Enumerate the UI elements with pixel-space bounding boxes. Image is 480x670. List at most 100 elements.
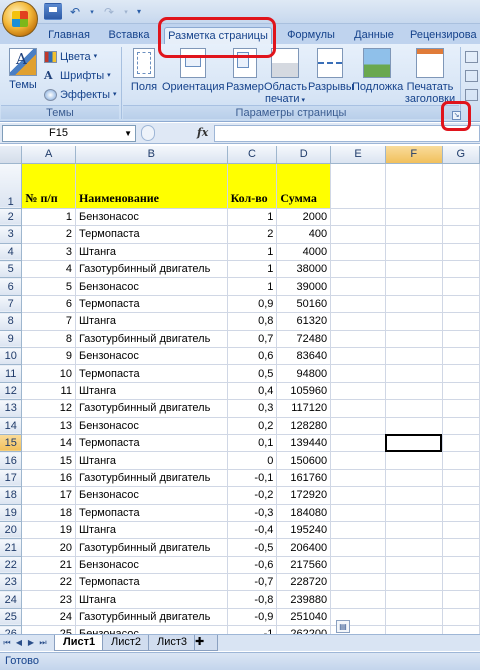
cell-number[interactable]: 15 xyxy=(21,451,76,470)
cell[interactable] xyxy=(442,556,480,575)
cell[interactable] xyxy=(442,163,480,209)
cell-number[interactable]: 18 xyxy=(21,504,76,522)
tab-data[interactable]: Данные xyxy=(348,27,400,44)
row-header[interactable]: 16 xyxy=(0,451,23,470)
cell-quantity[interactable]: -0,9 xyxy=(227,608,278,627)
cell[interactable] xyxy=(385,590,443,609)
formula-input[interactable] xyxy=(214,125,480,142)
effects-button[interactable]: Эффекты ▾ xyxy=(44,87,117,103)
row-header[interactable]: 14 xyxy=(0,417,23,435)
cell[interactable] xyxy=(442,573,480,592)
cell-sum[interactable]: 139440 xyxy=(276,434,332,453)
column-header-c[interactable]: C xyxy=(227,146,278,164)
cell-number[interactable]: 16 xyxy=(21,469,76,488)
cell-number[interactable]: 21 xyxy=(21,556,76,575)
row-header[interactable]: 3 xyxy=(0,225,23,244)
cell-name[interactable]: Штанга xyxy=(75,243,228,262)
last-sheet-icon[interactable]: ⏭ xyxy=(38,637,48,649)
cell-name[interactable]: Бензонасос xyxy=(75,556,228,575)
cell-quantity[interactable]: -0,7 xyxy=(227,573,278,592)
cell[interactable] xyxy=(442,364,480,383)
first-sheet-icon[interactable]: ⏮ xyxy=(2,637,12,649)
cell[interactable] xyxy=(385,208,443,227)
cell[interactable] xyxy=(330,521,386,540)
row-header[interactable]: 1 xyxy=(0,163,23,209)
cell-sum[interactable]: 38000 xyxy=(276,260,332,279)
row-header[interactable]: 25 xyxy=(0,608,23,627)
cell[interactable] xyxy=(385,608,443,627)
cell[interactable] xyxy=(385,260,443,279)
cell[interactable] xyxy=(330,382,386,401)
cell-quantity[interactable]: 0,1 xyxy=(227,434,278,453)
cell-number[interactable]: 17 xyxy=(21,486,76,505)
cell-quantity[interactable]: 0,8 xyxy=(227,312,278,331)
cell[interactable] xyxy=(330,573,386,592)
cell[interactable] xyxy=(385,469,443,488)
cell[interactable] xyxy=(442,608,480,627)
sheet-tab-2[interactable]: Лист2 xyxy=(102,635,151,651)
cell-name[interactable]: Бензонасос xyxy=(75,625,228,634)
cell[interactable] xyxy=(442,243,480,262)
cell[interactable] xyxy=(442,538,480,557)
cell-quantity[interactable]: 0,4 xyxy=(227,382,278,401)
cell-name[interactable]: Бензонасос xyxy=(75,347,228,366)
row-header[interactable]: 4 xyxy=(0,243,23,262)
cell-sum[interactable]: 105960 xyxy=(276,382,332,401)
cell-quantity[interactable]: 1 xyxy=(227,243,278,262)
cell-quantity[interactable]: 0,2 xyxy=(227,417,278,435)
cell-sum[interactable]: 400 xyxy=(276,225,332,244)
cell-sum[interactable]: 206400 xyxy=(276,538,332,557)
undo-icon[interactable]: ↶ xyxy=(66,3,84,20)
worksheet-grid[interactable]: A B C D E F G 1 № п/п Наименование Кол-в… xyxy=(0,146,480,634)
cell-sum[interactable]: 172920 xyxy=(276,486,332,505)
scale-button[interactable] xyxy=(465,87,478,103)
cell[interactable] xyxy=(330,538,386,557)
cell-sum[interactable]: 83640 xyxy=(276,347,332,366)
row-header[interactable]: 8 xyxy=(0,312,23,331)
cell-quantity[interactable]: -0,4 xyxy=(227,521,278,540)
cell-quantity[interactable]: 0,9 xyxy=(227,295,278,314)
row-header[interactable]: 10 xyxy=(0,347,23,366)
cell[interactable] xyxy=(442,417,480,435)
column-header-f[interactable]: F xyxy=(385,146,443,164)
cell[interactable] xyxy=(330,312,386,331)
cell[interactable] xyxy=(385,277,443,296)
cell[interactable] xyxy=(385,486,443,505)
cell-number[interactable]: 25 xyxy=(21,625,76,634)
cell-number[interactable]: 10 xyxy=(21,364,76,383)
row-header[interactable]: 26 xyxy=(0,625,23,634)
cell-number[interactable]: 24 xyxy=(21,608,76,627)
active-cell[interactable] xyxy=(385,434,443,453)
cell[interactable] xyxy=(385,225,443,244)
cell-name[interactable]: Термопаста xyxy=(75,295,228,314)
cell-quantity[interactable]: 0,7 xyxy=(227,330,278,349)
row-header[interactable]: 23 xyxy=(0,573,23,592)
cell-sum[interactable]: 128280 xyxy=(276,417,332,435)
cell[interactable] xyxy=(385,504,443,522)
cell[interactable] xyxy=(330,556,386,575)
cell-name[interactable]: Газотурбинный двигатель xyxy=(75,469,228,488)
background-button[interactable]: Подложка xyxy=(352,48,403,93)
row-header[interactable]: 5 xyxy=(0,260,23,279)
row-header[interactable]: 6 xyxy=(0,277,23,296)
cell[interactable] xyxy=(442,434,480,453)
cell[interactable] xyxy=(385,417,443,435)
margins-button[interactable]: Поля xyxy=(128,48,160,93)
cell-number[interactable]: 3 xyxy=(21,243,76,262)
cell-sum[interactable]: 50160 xyxy=(276,295,332,314)
cell-name[interactable]: Бензонасос xyxy=(75,486,228,505)
row-header[interactable]: 22 xyxy=(0,556,23,575)
cell-sum[interactable]: 228720 xyxy=(276,573,332,592)
row-header[interactable]: 13 xyxy=(0,399,23,418)
cell-name[interactable]: Штанга xyxy=(75,382,228,401)
tab-review[interactable]: Рецензирова xyxy=(410,27,480,44)
cell-number[interactable]: 11 xyxy=(21,382,76,401)
cell-name[interactable]: Штанга xyxy=(75,312,228,331)
header-cell-name[interactable]: Наименование xyxy=(75,163,228,209)
cell-sum[interactable]: 72480 xyxy=(276,330,332,349)
cell-quantity[interactable]: -0,3 xyxy=(227,504,278,522)
cell[interactable] xyxy=(442,295,480,314)
prev-sheet-icon[interactable]: ◀ xyxy=(14,637,24,649)
cell-name[interactable]: Термопаста xyxy=(75,504,228,522)
cell-number[interactable]: 7 xyxy=(21,312,76,331)
